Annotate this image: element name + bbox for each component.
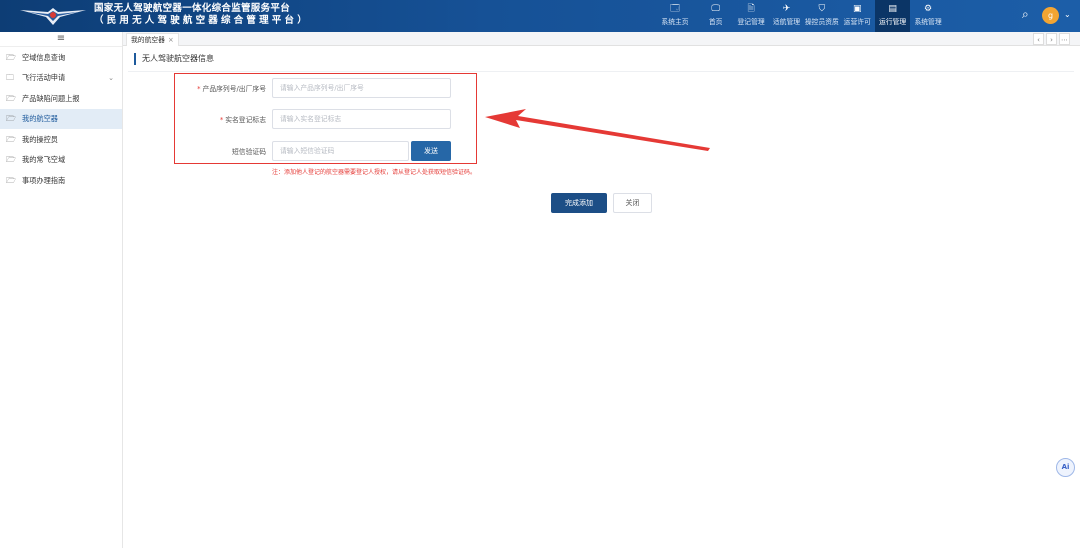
nav-label: 适航管理 — [772, 18, 801, 26]
authorization-note: 注：添加他人登记的航空器需要登记人授权，请从登记人处获取短信验证码。 — [272, 169, 477, 176]
folder-icon: 🗁 — [6, 155, 16, 164]
realname-label: * 实名登记标志 — [219, 116, 266, 124]
sms-label: 短信验证码 — [232, 148, 266, 156]
nav-item[interactable]: ✈ 适航管理 — [769, 0, 804, 32]
nav-label: 运行管理 — [879, 18, 907, 26]
platform-title: 国家无人驾驶航空器一体化综合监管服务平台 （民用无人驾驶航空器综合管理平台） — [94, 3, 310, 27]
nav-label: 首页 — [708, 18, 723, 26]
platform-title-line2: （民用无人驾驶航空器综合管理平台） — [94, 15, 310, 26]
folder-icon: 🗁 — [6, 114, 16, 123]
annotation-arrow — [485, 109, 710, 151]
nav-item[interactable]: ▤ 运行管理 — [874, 0, 911, 32]
close-icon[interactable]: × — [168, 36, 174, 44]
nav-item[interactable]: ▣ 运营许可 — [840, 0, 875, 32]
close-button[interactable]: 关闭 — [613, 193, 652, 213]
search-icon[interactable]: ⌕ — [1022, 8, 1034, 20]
nav-icon: ▤ — [888, 4, 897, 14]
sidebar-item[interactable]: 🗀 飞行活动申请 ⌄ — [0, 68, 122, 88]
chevron-down-icon[interactable]: ⌄ — [1064, 10, 1071, 19]
sidebar-item[interactable]: 🗁 我的航空器 — [0, 109, 122, 129]
sidebar-item[interactable]: 🗁 我的操控员 — [0, 130, 122, 150]
sidebar-item[interactable]: 🗁 空域信息查询 — [0, 48, 122, 68]
nav-item[interactable]: 🗔 系统主页 — [652, 0, 698, 32]
nav-icon: ▣ — [853, 4, 862, 14]
sidebar-item-label: 我的常飞空域 — [22, 155, 66, 164]
nav-icon: ✈ — [782, 4, 791, 14]
nav-icon: ⚙ — [924, 4, 933, 14]
sidebar-item[interactable]: 🗁 产品缺陷问题上报 — [0, 89, 122, 109]
tab-next-button[interactable]: › — [1046, 33, 1057, 45]
folder-icon: 🗁 — [6, 93, 16, 103]
complete-add-button[interactable]: 完成添加 — [551, 193, 607, 213]
nav-item[interactable]: ⚙ 系统管理 — [910, 0, 945, 32]
sidebar-item-label: 我的操控员 — [22, 134, 58, 144]
chevron-down-icon: ⌄ — [108, 74, 114, 82]
divider — [128, 71, 1074, 72]
serial-label: * 产品序列号/出厂序号 — [197, 85, 266, 93]
top-header: 国家无人驾驶航空器一体化综合监管服务平台 （民用无人驾驶航空器综合管理平台） 🗔… — [0, 0, 1080, 32]
sidebar-item-label: 事项办理指南 — [22, 175, 66, 185]
sidebar-item-label: 飞行活动申请 — [22, 73, 66, 82]
realname-mark-input[interactable] — [272, 109, 451, 129]
top-nav: 🗔 系统主页 🖵 首页 🗎 登记管理 ✈ 适航管理 ⛉ 操控员资质 ▣ 运营许可 ▤ 运行管理 ⚙ 系统管理 — [652, 0, 946, 32]
tab-my-aircraft[interactable]: 我的航空器 × — [126, 33, 179, 46]
sidebar-item[interactable]: 🗁 事项办理指南 — [0, 171, 122, 191]
nav-item[interactable]: 🗎 登记管理 — [733, 0, 768, 32]
tabs-bar: 我的航空器 × ‹ › ⋯ — [123, 32, 1080, 46]
nav-icon: 🗎 — [747, 4, 755, 14]
folder-icon: 🗀 — [6, 73, 14, 82]
tab-label: 我的航空器 — [131, 36, 165, 44]
nav-item[interactable]: ⛉ 操控员资质 — [804, 0, 839, 32]
send-code-button[interactable]: 发送 — [411, 141, 451, 161]
required-mark: * — [219, 116, 224, 124]
sidebar-item-label: 空域信息查询 — [22, 52, 66, 62]
tab-more-button[interactable]: ⋯ — [1059, 33, 1070, 45]
nav-label: 系统管理 — [914, 18, 942, 26]
required-mark: * — [197, 85, 201, 93]
sidebar-item[interactable]: 🗁 我的常飞空域 — [0, 150, 122, 170]
sms-code-input[interactable] — [272, 141, 409, 161]
nav-icon: 🗔 — [670, 4, 680, 14]
caac-logo — [20, 8, 86, 25]
menu-toggle-icon[interactable]: ≡ — [0, 32, 122, 47]
sidebar-item-label: 我的航空器 — [22, 114, 58, 123]
section-title: 无人驾驶航空器信息 — [134, 53, 214, 65]
sidebar-item-label: 产品缺陷问题上报 — [22, 93, 80, 103]
sidebar: ≡ 🗁 空域信息查询 🗀 飞行活动申请 ⌄ 🗁 产品缺陷问题上报 🗁 我的航空器 🗁 我的操控员 🗁 我… — [0, 32, 123, 548]
platform-title-line1: 国家无人驾驶航空器一体化综合监管服务平台 — [94, 3, 291, 14]
nav-item[interactable]: 🖵 首页 — [698, 0, 733, 32]
avatar[interactable]: g — [1042, 7, 1059, 24]
tab-prev-button[interactable]: ‹ — [1033, 33, 1044, 45]
serial-number-input[interactable] — [272, 78, 451, 98]
nav-label: 系统主页 — [661, 18, 689, 26]
nav-label: 运营许可 — [843, 18, 871, 26]
nav-label: 操控员资质 — [804, 18, 839, 26]
folder-icon: 🗁 — [6, 52, 16, 62]
ai-assistant-button[interactable]: Ai — [1056, 458, 1075, 477]
nav-icon: ⛉ — [818, 4, 826, 14]
nav-label: 登记管理 — [737, 18, 765, 26]
folder-icon: 🗁 — [6, 175, 16, 185]
nav-icon: 🖵 — [711, 4, 721, 14]
folder-icon: 🗁 — [6, 134, 16, 144]
